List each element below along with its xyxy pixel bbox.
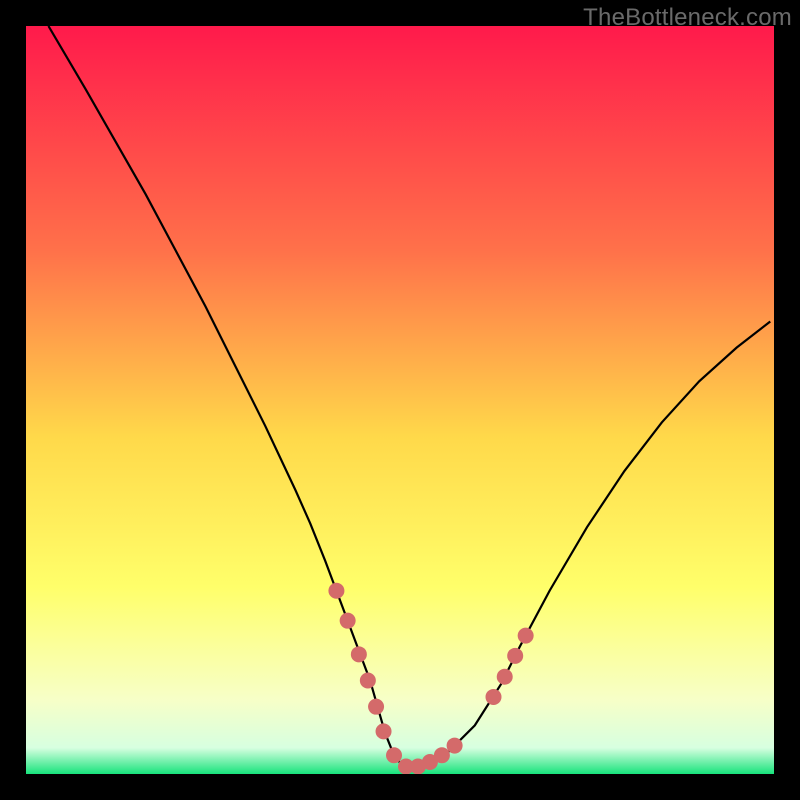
- curve-marker: [486, 689, 502, 705]
- chart-frame: [26, 26, 774, 774]
- curve-marker: [434, 747, 450, 763]
- curve-marker: [518, 628, 534, 644]
- curve-marker: [360, 673, 376, 689]
- chart-svg: [26, 26, 774, 774]
- curve-marker: [386, 747, 402, 763]
- curve-marker: [328, 583, 344, 599]
- gradient-background: [26, 26, 774, 774]
- curve-marker: [497, 669, 513, 685]
- curve-marker: [447, 738, 463, 754]
- curve-marker: [340, 613, 356, 629]
- curve-marker: [376, 723, 392, 739]
- curve-marker: [351, 646, 367, 662]
- curve-marker: [368, 699, 384, 715]
- curve-marker: [507, 648, 523, 664]
- watermark-text: TheBottleneck.com: [583, 4, 792, 32]
